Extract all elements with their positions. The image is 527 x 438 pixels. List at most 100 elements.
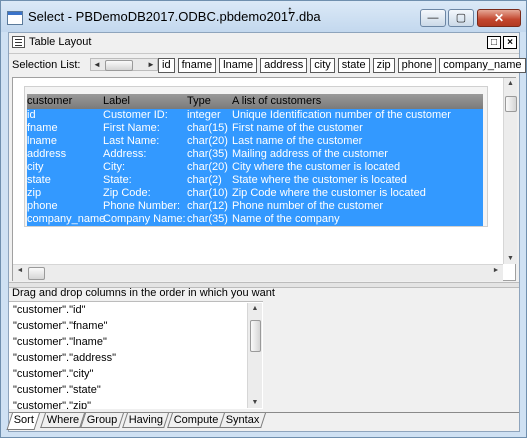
cell-name: fname	[27, 122, 58, 134]
horizontal-scroll-thumb[interactable]	[28, 267, 45, 280]
list-item[interactable]: "customer"."lname"	[13, 336, 107, 349]
scroll-thumb[interactable]	[105, 60, 133, 71]
cell-type: char(12)	[187, 200, 228, 212]
selection-column-zip[interactable]: zip	[372, 58, 395, 73]
table-body: id Customer ID: integer Unique Identificati…	[27, 109, 483, 226]
table-row[interactable]: company_name Company Name: char(35) Name of…	[27, 213, 483, 226]
cell-name: company_name	[27, 213, 105, 225]
scroll-left-arrow-icon[interactable]: ◄	[91, 59, 103, 70]
sort-list-scrollbar[interactable]: ▲ ▼	[247, 303, 262, 408]
scroll-down-arrow-icon[interactable]: ▼	[248, 399, 262, 406]
cell-desc: Phone number of the customer	[232, 200, 384, 212]
tab-sort[interactable]: Sort	[6, 413, 41, 430]
selection-column-id[interactable]: id	[158, 58, 175, 73]
cell-type: integer	[187, 109, 221, 121]
sort-list-scroll-thumb[interactable]	[250, 320, 261, 352]
tab-label: Having	[128, 414, 163, 426]
tab-label: Group	[86, 414, 118, 426]
cell-desc: First name of the customer	[232, 122, 363, 134]
list-item[interactable]: "customer"."id"	[13, 304, 85, 317]
minimize-button[interactable]: —	[420, 9, 446, 27]
list-item[interactable]: "customer"."fname"	[13, 320, 107, 333]
sort-column-list[interactable]: ▲ ▼ "customer"."id" "customer"."fname" "cu…	[9, 301, 263, 409]
table-layout-header: Table Layout □ ×	[9, 33, 519, 54]
cell-name: zip	[27, 187, 42, 199]
cell-name: state	[27, 174, 51, 186]
scroll-up-arrow-icon[interactable]: ▲	[248, 305, 262, 312]
canvas-vertical-scrollbar[interactable]: ▲ ▼	[503, 78, 517, 264]
cell-type: char(15)	[187, 122, 228, 134]
table-row[interactable]: city City: char(20) City where the customer…	[27, 161, 483, 174]
list-item[interactable]: "customer"."address"	[13, 352, 116, 365]
table-row[interactable]: fname First Name: char(15) First name of th…	[27, 122, 483, 135]
cell-type: char(20)	[187, 161, 228, 173]
selection-column-company_name[interactable]: company_name	[439, 58, 526, 73]
tab-compute[interactable]: Compute	[167, 413, 225, 428]
table-row[interactable]: phone Phone Number: char(12) Phone number o…	[27, 200, 483, 213]
table-row[interactable]: lname Last Name: char(20) Last name of the …	[27, 135, 483, 148]
tab-syntax[interactable]: Syntax	[219, 413, 266, 428]
title-bar[interactable]: Select - PBDemoDB2017.ODBC.pbdemo2017.db…	[1, 1, 526, 32]
cell-name: phone	[27, 200, 58, 212]
cell-label: First Name:	[103, 122, 160, 134]
cell-type: char(10)	[187, 187, 228, 199]
header-type: Type	[187, 95, 211, 107]
canvas-horizontal-scrollbar[interactable]: ◄ ►	[13, 264, 503, 281]
selection-column-fname[interactable]: fname	[177, 58, 217, 73]
table-row[interactable]: state State: char(2) State where the custom…	[27, 174, 483, 187]
scroll-up-arrow-icon[interactable]: ▲	[504, 80, 517, 87]
panel-maximize-button[interactable]: □	[487, 36, 501, 49]
scroll-right-arrow-icon[interactable]: ►	[145, 59, 157, 70]
tab-label: Syntax	[225, 414, 260, 426]
cell-name: city	[27, 161, 44, 173]
tab-label: Compute	[173, 414, 219, 426]
tab-group[interactable]: Group	[80, 413, 124, 428]
cell-label: Last Name:	[103, 135, 160, 147]
table-row[interactable]: address Address: char(35) Mailing address o…	[27, 148, 483, 161]
cell-desc: Zip Code where the customer is located	[232, 187, 426, 199]
header-customer: customer	[27, 95, 73, 107]
cell-type: char(2)	[187, 174, 222, 186]
selection-column-address[interactable]: address	[260, 58, 308, 73]
cell-label: Phone Number:	[103, 200, 181, 212]
cell-label: Address:	[103, 148, 147, 160]
cell-label: Zip Code:	[103, 187, 151, 199]
header-description: A list of customers	[232, 95, 322, 107]
tab-where[interactable]: Where	[40, 413, 86, 428]
window-title: Select - PBDemoDB2017.ODBC.pbdemo2017.db…	[28, 9, 321, 24]
maximize-button[interactable]: ▢	[448, 9, 474, 27]
selection-list-label: Selection List:	[12, 59, 81, 71]
selection-column-city[interactable]: city	[310, 58, 335, 73]
cell-label: Customer ID:	[103, 109, 168, 121]
selection-list-scrollbar[interactable]: ◄ ►	[90, 58, 158, 71]
table-row[interactable]: id Customer ID: integer Unique Identificati…	[27, 109, 483, 122]
selection-column-lname[interactable]: lname	[219, 58, 258, 73]
scroll-left-arrow-icon[interactable]: ◄	[13, 267, 27, 274]
selection-list-row: Selection List: ◄ ► id fname lname address c…	[9, 55, 526, 77]
cell-label: City:	[103, 161, 125, 173]
cell-label: State:	[103, 174, 132, 186]
vertical-scroll-thumb[interactable]	[505, 96, 517, 112]
panel-close-button[interactable]: ×	[503, 36, 517, 49]
cell-name: id	[27, 109, 36, 121]
list-item[interactable]: "customer"."city"	[13, 368, 93, 381]
cell-desc: State where the customer is located	[232, 174, 407, 186]
select-window: Select - PBDemoDB2017.ODBC.pbdemo2017.db…	[0, 0, 527, 438]
list-item[interactable]: "customer"."state"	[13, 384, 101, 397]
table-layout-icon	[12, 36, 25, 48]
cell-type: char(35)	[187, 213, 228, 225]
tab-having[interactable]: Having	[122, 413, 170, 428]
cell-type: char(35)	[187, 148, 228, 160]
cell-desc: Last name of the customer	[232, 135, 363, 147]
table-header[interactable]: customer Label Type A list of customers	[27, 94, 483, 109]
list-item[interactable]: "customer"."zip"	[13, 400, 91, 409]
selection-column-state[interactable]: state	[337, 58, 370, 73]
selection-column-phone[interactable]: phone	[397, 58, 437, 73]
scroll-down-arrow-icon[interactable]: ▼	[504, 255, 517, 262]
close-button[interactable]: ✕	[477, 9, 521, 27]
table-layout-title: Table Layout	[29, 36, 92, 48]
table-row[interactable]: zip Zip Code: char(10) Zip Code where the c…	[27, 187, 483, 200]
scroll-right-arrow-icon[interactable]: ►	[489, 267, 503, 274]
customer-table[interactable]: customer Label Type A list of customers …	[24, 86, 488, 227]
cell-name: lname	[27, 135, 57, 147]
